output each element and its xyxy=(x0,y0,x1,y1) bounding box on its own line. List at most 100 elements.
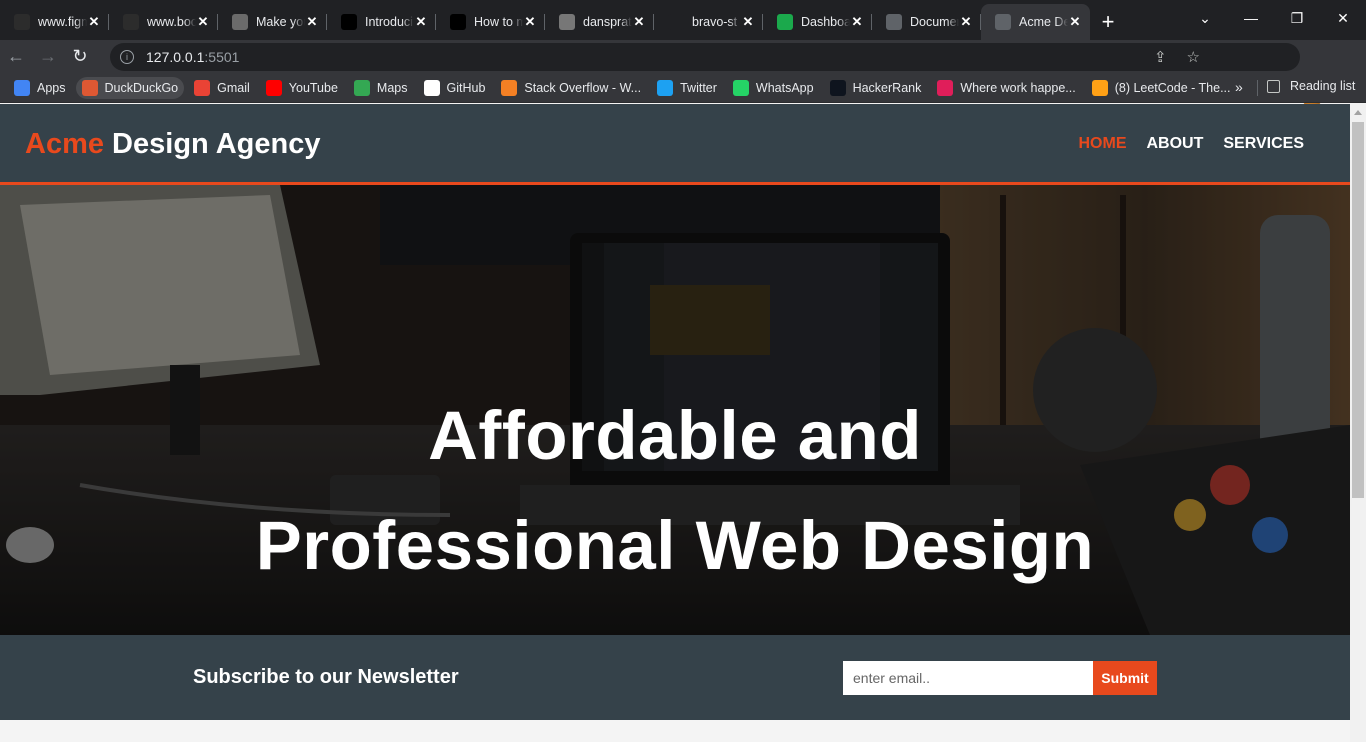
browser-tab[interactable]: Document✕ xyxy=(872,4,981,40)
maximize-button[interactable]: ❐ xyxy=(1274,0,1320,36)
window-controls: ⌄ — ❐ ✕ xyxy=(1182,0,1366,36)
bookmark-item[interactable]: Twitter xyxy=(657,79,717,96)
nav-about-link[interactable]: ABOUT xyxy=(1146,135,1203,153)
bookmark-item[interactable]: DuckDuckGo xyxy=(75,76,185,99)
tab-title: Dashboard xyxy=(801,15,850,29)
close-tab-icon[interactable]: ✕ xyxy=(850,14,864,30)
logo-text: Design Agency xyxy=(104,128,321,160)
globe-icon xyxy=(995,14,1011,30)
bookmarks-divider xyxy=(1257,80,1258,96)
globe-icon xyxy=(886,14,902,30)
apps-grid-icon xyxy=(14,79,30,96)
main-nav: HOME ABOUT SERVICES xyxy=(1078,135,1304,153)
new-tab-button[interactable]: + xyxy=(1090,4,1126,40)
bookmark-item[interactable]: Where work happe... xyxy=(937,79,1076,96)
github-icon xyxy=(423,79,440,96)
close-tab-icon[interactable]: ✕ xyxy=(959,14,973,30)
close-window-button[interactable]: ✕ xyxy=(1320,0,1366,36)
close-tab-icon[interactable]: ✕ xyxy=(87,14,101,30)
duckduckgo-icon xyxy=(81,79,98,96)
avatar-icon xyxy=(232,14,248,30)
bookmark-item[interactable]: WhatsApp xyxy=(732,79,814,96)
leetcode-icon xyxy=(1091,79,1108,96)
bookmark-label: WhatsApp xyxy=(755,80,814,95)
hero-headline: Affordable and Professional Web Design xyxy=(0,381,1350,601)
bookmark-label: (8) LeetCode - The... xyxy=(1114,80,1231,95)
tab-title: www.figma.com xyxy=(38,15,87,29)
tab-title: dansprat xyxy=(583,15,632,29)
reading-list-label: Reading list xyxy=(1290,79,1356,93)
bookmark-item[interactable]: GitHub xyxy=(423,79,486,96)
browser-tab[interactable]: dansprat ✕ xyxy=(545,4,654,40)
tab-title: Make your xyxy=(256,15,305,29)
bookmark-label: GitHub xyxy=(446,80,486,95)
bookmark-label: Stack Overflow - W... xyxy=(524,80,642,95)
site-logo[interactable]: Acme Design Agency xyxy=(25,128,320,161)
bookmark-item[interactable]: Gmail xyxy=(194,79,250,96)
hero-line-2: Professional Web Design xyxy=(255,507,1095,584)
close-tab-icon[interactable]: ✕ xyxy=(196,14,210,30)
close-tab-icon[interactable]: ✕ xyxy=(632,14,646,30)
bookmark-star-icon[interactable]: ☆ xyxy=(1187,48,1200,66)
bookmark-item[interactable]: Stack Overflow - W... xyxy=(501,79,642,96)
bookmark-item[interactable]: Maps xyxy=(353,79,408,96)
hero-line-1: Affordable and xyxy=(428,397,922,474)
back-button[interactable]: ← xyxy=(0,41,32,73)
browser-tab[interactable]: Introducing✕ xyxy=(327,4,436,40)
nav-home-link[interactable]: HOME xyxy=(1078,135,1126,153)
more-bookmarks-button[interactable]: » xyxy=(1235,79,1243,95)
site-info-icon[interactable]: i xyxy=(120,50,134,64)
bookmark-item[interactable]: Apps xyxy=(14,79,66,96)
browser-toolbar: ← → ↻ i 127.0.0.1:5501 ⇪ ☆ ⋮ xyxy=(0,40,1366,107)
minimize-button[interactable]: — xyxy=(1228,0,1274,36)
url-port: :5501 xyxy=(204,49,240,65)
submit-button[interactable]: Submit xyxy=(1093,661,1157,695)
site-header: Acme Design Agency HOME ABOUT SERVICES xyxy=(0,104,1350,185)
tab-title: How to make xyxy=(474,15,523,29)
dev-icon xyxy=(341,14,357,30)
browser-tab[interactable]: Acme Design✕ xyxy=(981,4,1090,40)
youtube-icon xyxy=(265,79,282,96)
bookmark-item[interactable]: (8) LeetCode - The... xyxy=(1091,79,1231,96)
gmail-icon xyxy=(194,79,211,96)
email-input[interactable] xyxy=(843,661,1093,695)
browser-tab[interactable]: Make your✕ xyxy=(218,4,327,40)
bookmark-item[interactable]: HackerRank xyxy=(829,79,922,96)
reload-button[interactable]: ↻ xyxy=(64,41,96,73)
twitter-icon xyxy=(657,79,674,96)
figma-icon xyxy=(14,14,30,30)
forward-button[interactable]: → xyxy=(32,41,64,73)
browser-tab[interactable]: Dashboard✕ xyxy=(763,4,872,40)
bookmark-label: HackerRank xyxy=(852,80,922,95)
tab-search-icon[interactable]: ⌄ xyxy=(1182,0,1228,36)
bookmark-item[interactable]: YouTube xyxy=(265,79,338,96)
close-tab-icon[interactable]: ✕ xyxy=(741,14,755,30)
browser-tab[interactable]: How to make✕ xyxy=(436,4,545,40)
tab-title: bravo-st xyxy=(692,15,738,29)
page-scrollbar[interactable] xyxy=(1350,104,1366,742)
scroll-up-arrow[interactable] xyxy=(1354,110,1362,115)
bookmark-label: Twitter xyxy=(680,80,717,95)
tab-title: Document xyxy=(910,15,959,29)
address-bar[interactable]: i 127.0.0.1:5501 ⇪ ☆ xyxy=(110,43,1300,71)
url-host: 127.0.0.1 xyxy=(146,49,205,65)
browser-tab[interactable]: www.figma.com✕ xyxy=(0,4,109,40)
browser-tab[interactable]: bravo-st ✕ xyxy=(654,4,763,40)
close-tab-icon[interactable]: ✕ xyxy=(1068,14,1082,30)
share-icon[interactable]: ⇪ xyxy=(1154,48,1167,66)
reading-list-button[interactable]: Reading list xyxy=(1267,79,1355,93)
newsletter-section: Subscribe to our Newsletter Submit xyxy=(0,635,1350,720)
bookmark-label: Maps xyxy=(376,80,408,95)
close-tab-icon[interactable]: ✕ xyxy=(414,14,428,30)
browser-tab[interactable]: www.bootstrap✕ xyxy=(109,4,218,40)
tab-title: Introducing xyxy=(365,15,414,29)
browser-tab-strip: www.figma.com✕www.bootstrap✕Make your✕In… xyxy=(0,0,1366,40)
github-icon xyxy=(668,14,684,30)
scrollbar-thumb[interactable] xyxy=(1352,122,1364,498)
dev-icon xyxy=(450,14,466,30)
close-tab-icon[interactable]: ✕ xyxy=(305,14,319,30)
close-tab-icon[interactable]: ✕ xyxy=(523,14,537,30)
page-viewport: Acme Design Agency HOME ABOUT SERVICES A… xyxy=(0,104,1350,742)
tab-title: www.bootstrap xyxy=(147,15,196,29)
nav-services-link[interactable]: SERVICES xyxy=(1223,135,1304,153)
